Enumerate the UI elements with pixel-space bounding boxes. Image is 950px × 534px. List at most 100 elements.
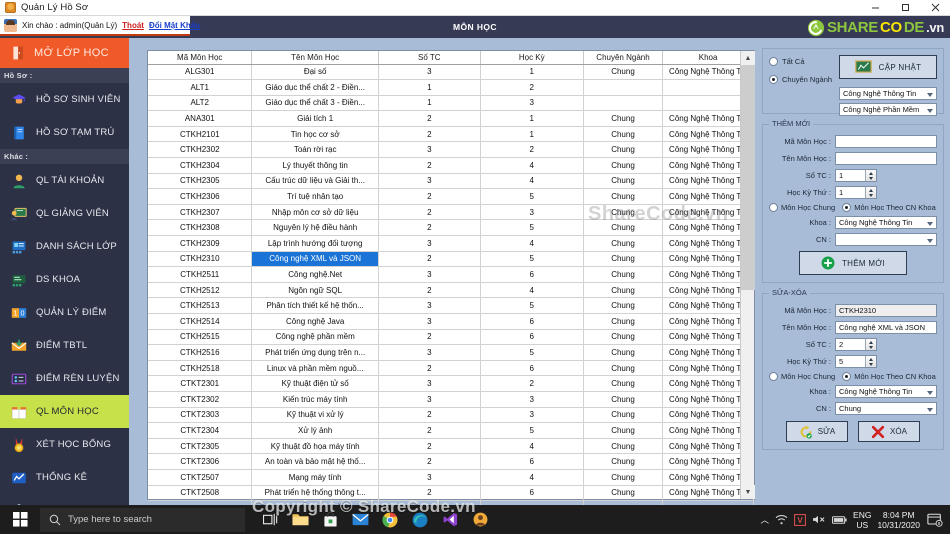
sidebar-item-quan-ly-diem[interactable]: 1 0 QUẢN LÝ ĐIỂM [0,296,129,329]
table-row[interactable]: CTKT2304 Xử lý ảnh 2 5 Chung Công Nghệ Thông … [148,422,754,439]
table-row[interactable]: CTKH2515 Công nghệ phần mềm 2 6 Chung Công Ng… [148,329,754,346]
table-row[interactable]: CTKT2302 Kiến trúc máy tính 3 3 Chung Công Ng… [148,391,754,408]
add-new-button[interactable]: THÊM MỚI [799,251,907,275]
edit-so-tc-spin-buttons[interactable] [865,339,876,350]
visual-studio-icon[interactable] [435,505,465,534]
edit-hoc-ky-spin-buttons[interactable] [865,356,876,367]
wifi-icon[interactable] [775,514,788,525]
unikey-icon[interactable]: V [794,513,807,526]
table-row[interactable]: CTKH2518 Linux và phần mềm nguồ... 2 6 Chung… [148,360,754,377]
edit-radio-mon-hoc-cn-khoa[interactable] [842,372,852,381]
edit-button[interactable]: SỬA [786,421,848,442]
scrollbar-thumb[interactable] [741,65,755,290]
sidebar-item-danh-sach-lop[interactable]: DANH SÁCH LỚP [0,230,129,263]
table-row[interactable]: ALT2 Giáo dục thể chất 3 - Điền... 1 3 [148,95,754,112]
table-row[interactable]: CTKH2305 Cấu trúc dữ liệu và Giải th... 3 4… [148,173,754,190]
table-column-header[interactable]: Mã Môn Học [148,51,253,65]
clock[interactable]: 8:04 PM 10/31/2020 [877,510,920,530]
table-column-header[interactable]: Tên Môn Học [251,51,379,65]
add-so-tc-stepper[interactable]: 1 [835,169,877,182]
table-column-header[interactable]: Chuyên Ngành [583,51,664,65]
edge-icon[interactable] [405,505,435,534]
table-row[interactable]: CTKH2511 Công nghệ.Net 3 6 Chung Công Nghệ Th… [148,266,754,283]
microsoft-store-icon[interactable] [315,505,345,534]
start-button[interactable] [0,505,40,534]
edit-ma-mon-hoc-input[interactable]: CTKH2310 [835,304,937,317]
table-row[interactable]: CTKH2310 Công nghệ XML và JSON 2 5 Chung Công… [148,251,754,268]
sidebar-item-diem-tbtl[interactable]: ĐIỂM TBTL [0,329,129,362]
radio-tat-ca[interactable] [769,57,778,66]
notification-center-button[interactable]: 8 [926,511,944,529]
filter-cn-combo[interactable]: Công Nghệ Phần Mềm [839,103,937,116]
radio-chuyen-nganh[interactable] [769,75,778,84]
sidebar-item-ql-mon-hoc[interactable]: QL MÔN HỌC [0,395,129,428]
active-app-icon[interactable] [465,505,495,534]
edit-cn-combo[interactable]: Chung [835,402,937,415]
table-column-header[interactable]: Học Kỳ [480,51,584,65]
file-explorer-icon[interactable] [285,505,315,534]
logout-link[interactable]: Thoát [122,21,144,30]
table-row[interactable]: CTKH2302 Toán rời rạc 3 2 Chung Công Nghệ Thô… [148,141,754,159]
filter-khoa-combo[interactable]: Công Nghệ Thông Tin [839,87,937,100]
sidebar-item-diem-ren-luyen[interactable]: ĐIỂM RÈN LUYỆN [0,362,129,395]
table-row[interactable]: CTKH2307 Nhập môn cơ sở dữ liệu 2 3 Chung Côn… [148,204,754,221]
table-row[interactable]: ANA301 Giải tích 1 2 1 Chung Công Nghệ Thông … [148,110,754,127]
tray-chevron-icon[interactable]: ︿ [761,514,770,526]
add-khoa-combo[interactable]: Công Nghệ Thông Tin [835,216,937,229]
add-so-tc-spin-buttons[interactable] [865,170,876,181]
edit-ten-mon-hoc-input[interactable]: Công nghệ XML và JSON [835,321,937,334]
add-hoc-ky-stepper[interactable]: 1 [835,186,877,199]
add-radio-mon-hoc-chung[interactable] [769,203,778,212]
edit-hoc-ky-stepper[interactable]: 5 [835,355,877,368]
table-row[interactable]: CTKT2507 Mạng máy tính 3 4 Chung Công Nghệ Th… [148,469,754,486]
table-row[interactable]: CTKH2306 Trí tuệ nhân tạo 2 5 Chung Công Nghệ… [148,188,754,205]
taskbar-search[interactable]: Type here to search [40,507,245,532]
scroll-up-arrow[interactable]: ▲ [741,51,755,65]
add-hoc-ky-spin-buttons[interactable] [865,187,876,198]
volume-muted-icon[interactable] [812,514,826,525]
table-column-header[interactable]: Số TC [378,51,481,65]
language-indicator[interactable]: ENG US [853,510,871,530]
add-cn-combo[interactable] [835,233,937,246]
table-row[interactable]: ALG301 Đại số 3 1 Chung Công Nghệ Thông Tin [148,64,754,81]
edit-khoa-combo[interactable]: Công Nghệ Thông Tin [835,385,937,398]
table-row[interactable]: CTKH2304 Lý thuyết thông tin 2 4 Chung Công N… [148,157,754,174]
maximize-button[interactable] [890,0,920,16]
sidebar-item-thong-ke[interactable]: THỐNG KÊ [0,461,129,494]
table-row[interactable]: CTKH2516 Phát triển ứng dụng trên n... 3 5 C… [148,344,754,361]
sidebar-item-ho-so-sinh-vien[interactable]: HỒ SƠ SINH VIÊN [0,83,129,116]
table-row[interactable]: CTKT2301 Kỹ thuật điện tử số 3 2 Chung Công N… [148,375,754,392]
table-row[interactable]: CTKT2305 Kỹ thuật đồ họa máy tính 2 4 Chung C… [148,438,754,455]
table-row[interactable]: CTKH2514 Công nghệ Java 3 6 Chung Công Nghệ T… [148,313,754,330]
sidebar-item-mo-lop-hoc[interactable]: MỞ LỚP HỌC [0,38,129,68]
table-row[interactable]: CTKT2303 Kỹ thuật vi xử lý 2 3 Chung Công Ngh… [148,407,754,424]
table-row[interactable]: CTKH2512 Ngôn ngữ SQL 2 4 Chung Công Nghệ Thô… [148,282,754,299]
chrome-icon[interactable] [375,505,405,534]
table-row[interactable]: CTKH2308 Nguyên lý hệ điều hành 2 5 Chung Côn… [148,219,754,237]
update-button[interactable]: CẬP NHẬT [839,55,937,79]
table-row[interactable]: ALT1 Giáo dục thể chất 2 - Điền... 1 2 [148,79,754,96]
table-row[interactable]: CTKT2508 Phát triển hệ thống thông t... 2 6… [148,485,754,502]
sidebar-item-ql-tai-khoan[interactable]: QL TÀI KHOẢN [0,164,129,197]
edit-so-tc-stepper[interactable]: 2 [835,338,877,351]
task-view-button[interactable] [255,505,285,534]
sidebar-item-ds-khoa[interactable]: DS KHOA [0,263,129,296]
scroll-down-arrow[interactable]: ▼ [741,485,755,499]
table-row[interactable]: CTKH2101 Tin học cơ sở 2 1 Chung Công Nghệ Th… [148,126,754,143]
change-password-link[interactable]: Đổi Mật Khẩu [149,21,200,30]
sidebar-item-ql-giang-vien[interactable]: QL GIẢNG VIÊN [0,197,129,230]
mail-app-icon[interactable] [345,505,375,534]
sidebar-item-ho-so-tam-tru[interactable]: HỒ SƠ TẠM TRÚ [0,116,129,149]
add-ten-mon-hoc-input[interactable] [835,152,937,165]
delete-button[interactable]: XÓA [858,421,920,442]
table-scrollbar[interactable]: ▲ ▼ [740,51,755,499]
table-row[interactable]: CTKH2309 Lập trình hướng đối tượng 3 4 Chung… [148,235,754,252]
add-ma-mon-hoc-input[interactable] [835,135,937,148]
minimize-button[interactable] [860,0,890,16]
sidebar-item-xet-hoc-bong[interactable]: XÉT HỌC BỔNG [0,428,129,461]
table-row[interactable]: CTKT2306 An toàn và bảo mật hệ thố... 2 6 Ch… [148,453,754,470]
battery-icon[interactable] [832,515,847,525]
table-row[interactable]: CTKH2513 Phân tích thiết kế hệ thốn... 3 5 C… [148,297,754,314]
edit-radio-mon-hoc-chung[interactable] [769,372,778,381]
add-radio-mon-hoc-cn-khoa[interactable] [842,203,852,212]
